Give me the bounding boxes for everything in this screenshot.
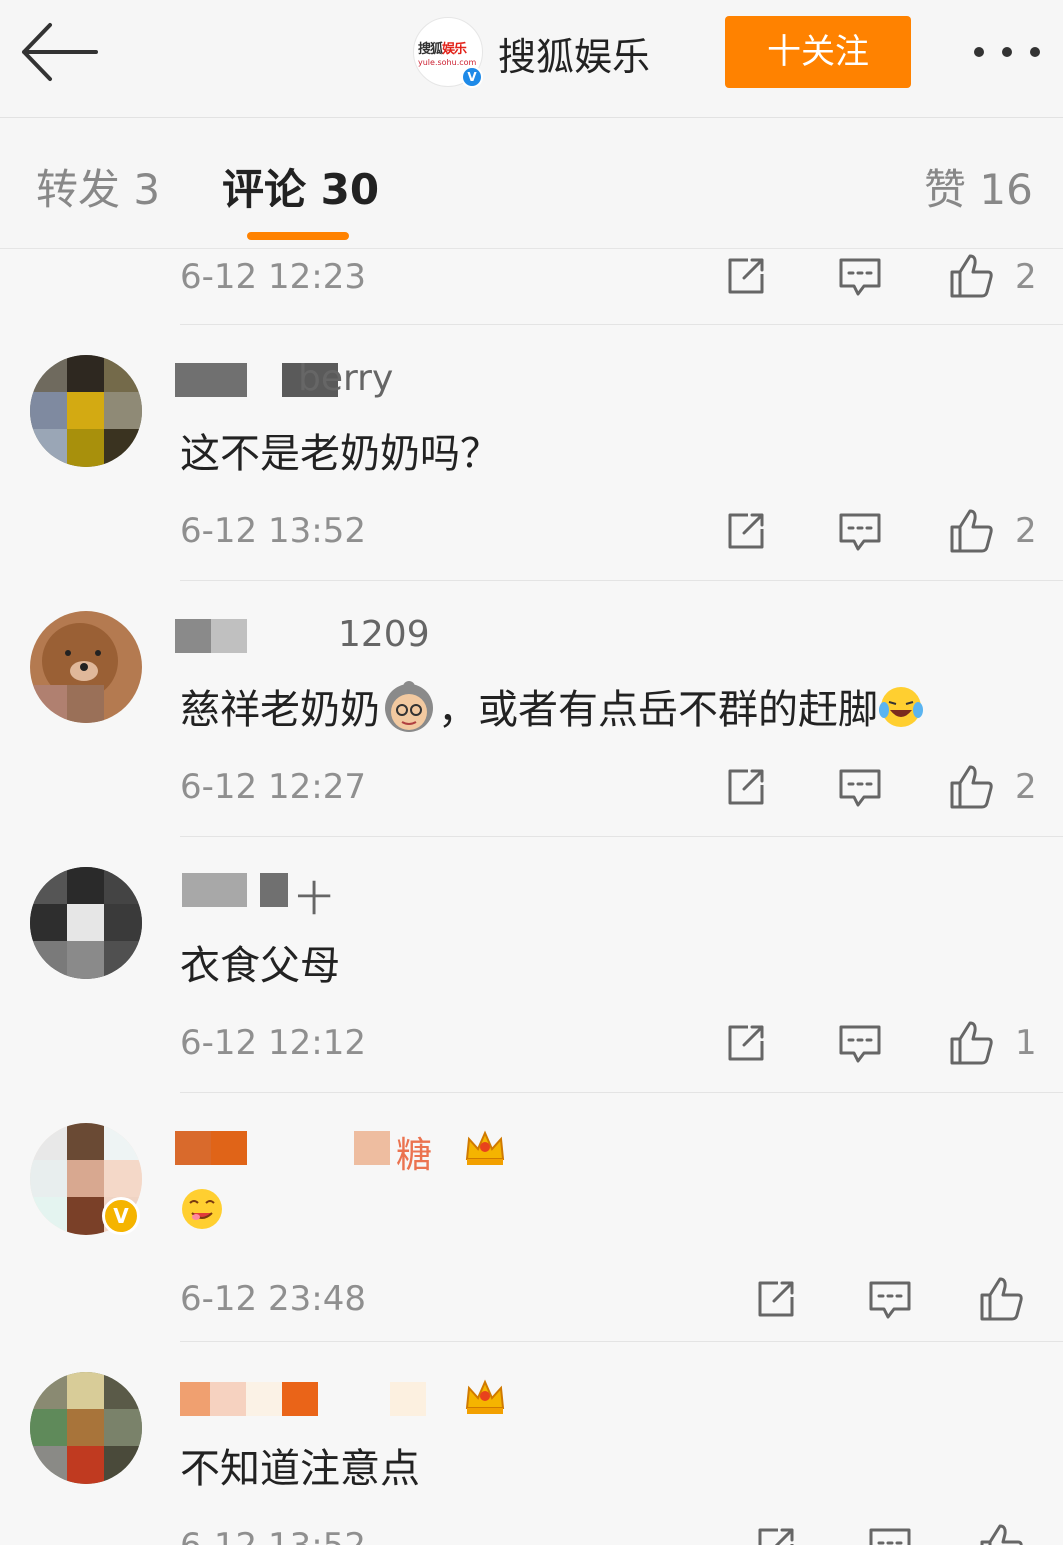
active-tab-indicator (247, 232, 349, 240)
like-count: 2 (1015, 257, 1037, 297)
comment-item: berry 这不是老奶奶吗？ 6-12 13:52 2 (0, 325, 1063, 581)
comment-item: 十 衣食父母 6-12 12:12 1 (0, 837, 1063, 1093)
share-icon[interactable] (722, 763, 770, 811)
comment-icon[interactable] (836, 507, 884, 555)
avatar[interactable] (30, 355, 142, 467)
share-icon[interactable] (722, 507, 770, 555)
username-mask (354, 1131, 390, 1165)
comment-text: 衣食父母 (180, 943, 340, 989)
grandma-emoji (380, 680, 438, 744)
comment-text: 慈祥老奶奶 ，或者有点岳不群的赶脚 (180, 677, 924, 744)
username-mask (282, 1382, 318, 1416)
username-mask (211, 619, 247, 653)
like-icon[interactable] (948, 507, 996, 555)
username-mask (180, 1382, 210, 1416)
comment-item: 1209 慈祥老奶奶 ，或者有点岳不群的赶脚 6-12 12:27 2 (0, 581, 1063, 837)
share-icon[interactable] (722, 252, 770, 300)
comment-item: 不知道注意点 6-12 13:52 (0, 1342, 1063, 1545)
avatar[interactable] (30, 867, 142, 979)
comment-text: 不知道注意点 (180, 1446, 420, 1492)
comment-text: 这不是老奶奶吗？ (180, 431, 500, 477)
comment-icon[interactable] (836, 1019, 884, 1067)
like-icon[interactable] (948, 1019, 996, 1067)
crown-icon (463, 1376, 507, 1420)
comment-time: 6-12 13:52 (180, 1526, 366, 1545)
verified-badge: V (461, 66, 483, 88)
username[interactable]: 十 (296, 870, 332, 922)
username-mask (211, 1131, 247, 1165)
username-mask (210, 1382, 246, 1416)
like-count: 1 (1015, 1023, 1037, 1063)
more-dots-icon[interactable] (968, 36, 1048, 66)
username-mask (175, 619, 211, 653)
like-icon[interactable] (978, 1522, 1026, 1545)
account-name[interactable]: 搜狐娱乐 (498, 26, 650, 81)
comment-icon[interactable] (836, 763, 884, 811)
comment-time: 6-12 13:52 (180, 511, 366, 551)
username-mask (175, 1131, 211, 1165)
like-icon[interactable] (948, 252, 996, 300)
verified-badge: V (102, 1197, 140, 1235)
username-mask (175, 363, 247, 397)
comment-text (180, 1187, 224, 1241)
top-bar: 搜狐娱乐 yule.sohu.com V 搜狐娱乐 十关注 (0, 0, 1063, 118)
follow-button[interactable]: 十关注 (725, 16, 911, 88)
username[interactable]: berry (298, 358, 393, 399)
comment-item: V 糖 6-12 23:48 (0, 1093, 1063, 1342)
username-mask (182, 873, 247, 907)
comment-item: 6-12 12:23 2 (0, 249, 1063, 325)
comment-time: 6-12 12:12 (180, 1023, 366, 1063)
comment-icon[interactable] (866, 1275, 914, 1323)
laugh-cry-emoji (878, 684, 924, 740)
username-mask (246, 1382, 282, 1416)
like-icon[interactable] (978, 1275, 1026, 1323)
tab-comments[interactable]: 评论 30 (222, 156, 379, 217)
arrow-left-icon[interactable] (20, 22, 100, 82)
tab-bar: 转发 3 评论 30 赞 16 (0, 118, 1063, 249)
share-icon[interactable] (752, 1522, 800, 1545)
comment-icon[interactable] (866, 1522, 914, 1545)
tab-repost[interactable]: 转发 3 (36, 156, 160, 217)
crown-icon (463, 1127, 507, 1171)
username[interactable]: 糖 (396, 1126, 432, 1178)
comment-time: 6-12 12:27 (180, 767, 366, 807)
yum-emoji (180, 1187, 224, 1241)
comment-time: 6-12 12:23 (180, 257, 366, 297)
tab-likes[interactable]: 赞 16 (924, 156, 1033, 217)
avatar[interactable] (30, 1372, 142, 1484)
username[interactable]: 1209 (338, 614, 430, 655)
username-mask (260, 873, 288, 907)
share-icon[interactable] (722, 1019, 770, 1067)
username-mask (390, 1382, 426, 1416)
comment-time: 6-12 23:48 (180, 1279, 366, 1319)
like-count: 2 (1015, 511, 1037, 551)
like-count: 2 (1015, 767, 1037, 807)
comment-icon[interactable] (836, 252, 884, 300)
comment-list: 6-12 12:23 2 berry 这不是老奶奶吗？ 6-12 13:52 2… (0, 249, 1063, 1545)
like-icon[interactable] (948, 763, 996, 811)
share-icon[interactable] (752, 1275, 800, 1323)
avatar[interactable] (30, 611, 142, 723)
